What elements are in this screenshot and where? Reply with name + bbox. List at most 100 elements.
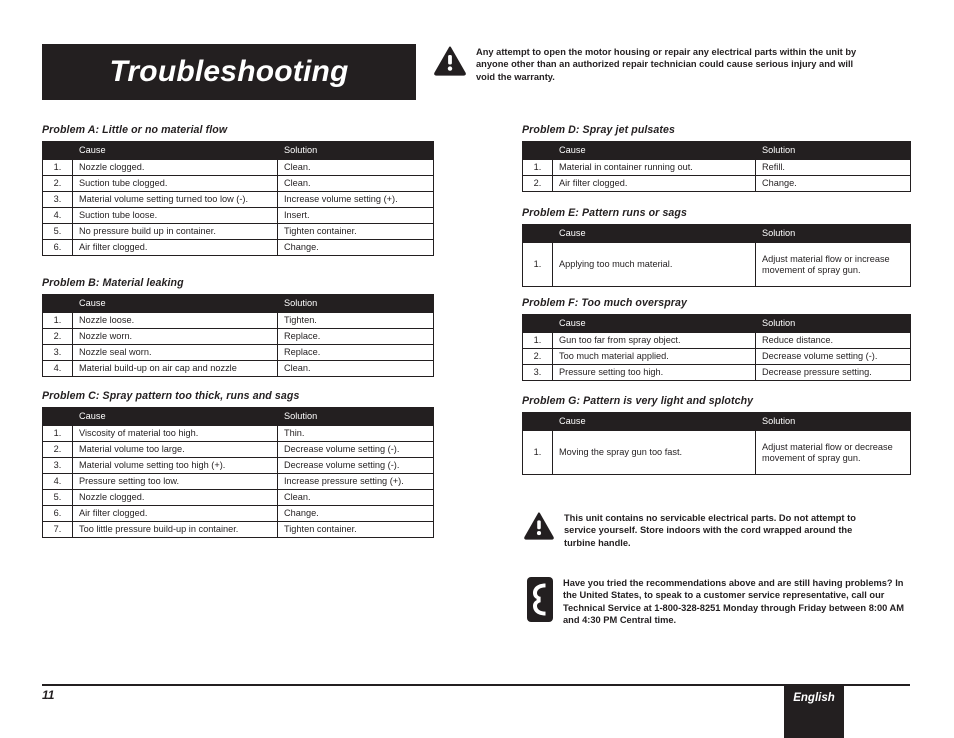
row-solution: Refill. (755, 159, 911, 177)
table-row: 1. Gun too far from spray object. Reduce d… (522, 332, 911, 350)
row-solution: Reduce distance. (755, 332, 911, 350)
row-cause: Material build-up on air cap and nozzle (72, 360, 278, 378)
column-header-solution: Solution (755, 411, 911, 432)
table-row: 4. Suction tube loose. Insert. (42, 207, 434, 225)
support-contact-text: Have you tried the recommendations above… (563, 578, 905, 625)
row-cause: Material volume setting turned too low (… (72, 191, 278, 209)
row-number: 4. (42, 473, 73, 491)
row-cause: Nozzle clogged. (72, 159, 278, 177)
row-number: 5. (42, 223, 73, 241)
warning-notice-service: This unit contains no servicable electri… (524, 512, 874, 549)
row-solution: Thin. (277, 425, 434, 443)
table-header-row: Cause Solution (42, 406, 434, 427)
problem-table-d: Cause Solution 1. Material in container r… (522, 140, 911, 193)
table-header-row: Cause Solution (42, 140, 434, 161)
column-header-solution: Solution (277, 406, 434, 427)
row-cause: Air filter clogged. (72, 239, 278, 257)
table-row: 1. Applying too much material. Adjust mate… (522, 242, 911, 288)
row-cause: Suction tube clogged. (72, 175, 278, 193)
page-title-banner: Troubleshooting (42, 44, 416, 100)
row-number: 1. (522, 332, 553, 350)
row-number: 6. (42, 239, 73, 257)
table-header-row: Cause Solution (522, 411, 911, 432)
column-header-cause: Cause (552, 140, 756, 161)
row-cause: Pressure setting too low. (72, 473, 278, 491)
problem-table-g: Cause Solution 1. Moving the spray gun to… (522, 411, 911, 476)
row-cause: No pressure build up in container. (72, 223, 278, 241)
row-cause: Air filter clogged. (552, 175, 756, 193)
row-number: 2. (42, 175, 73, 193)
language-tab: English (784, 686, 844, 738)
row-solution: Decrease volume setting (-). (277, 441, 434, 459)
row-number: 2. (522, 175, 553, 193)
row-cause: Material volume setting too high (+). (72, 457, 278, 475)
column-header-cause: Cause (72, 140, 278, 161)
row-solution: Decrease pressure setting. (755, 364, 911, 382)
row-number: 2. (42, 328, 73, 346)
row-number: 3. (42, 191, 73, 209)
row-number: 3. (42, 457, 73, 475)
row-number: 7. (42, 521, 73, 539)
warning-notice-text: Any attempt to open the motor housing or… (476, 47, 857, 82)
warning-triangle-icon (434, 46, 466, 81)
column-header-solution: Solution (755, 223, 911, 244)
table-row: 6. Air filter clogged. Change. (42, 505, 434, 523)
row-solution: Adjust material flow or increase movemen… (755, 242, 911, 288)
table-row: 3. Pressure setting too high. Decrease pre… (522, 364, 911, 382)
row-cause: Air filter clogged. (72, 505, 278, 523)
table-header-row: Cause Solution (522, 223, 911, 244)
table-row: 5. Nozzle clogged. Clean. (42, 489, 434, 507)
problem-table-b: Cause Solution 1. Nozzle loose. Tighten. 2… (42, 293, 434, 378)
problem-table-f: Cause Solution 1. Gun too far from spray … (522, 313, 911, 382)
row-solution: Change. (277, 505, 434, 523)
table-row: 1. Nozzle clogged. Clean. (42, 159, 434, 177)
row-number: 4. (42, 360, 73, 378)
table-row: 2. Too much material applied. Decrease vol… (522, 348, 911, 366)
column-header-num (522, 223, 553, 244)
table-row: 1. Moving the spray gun too fast. Adjust m… (522, 430, 911, 476)
table-header-row: Cause Solution (522, 140, 911, 161)
column-header-num (522, 140, 553, 161)
table-row: 2. Air filter clogged. Change. (522, 175, 911, 193)
row-cause: Nozzle loose. (72, 312, 278, 330)
row-cause: Too little pressure build-up in containe… (72, 521, 278, 539)
problem-heading-e: Problem E: Pattern runs or sags (522, 207, 687, 219)
row-number: 5. (42, 489, 73, 507)
row-number: 2. (522, 348, 553, 366)
row-solution: Clean. (277, 489, 434, 507)
problem-heading-c: Problem C: Spray pattern too thick, runs… (42, 390, 300, 402)
row-solution: Tighten. (277, 312, 434, 330)
table-row: 3. Material volume setting turned too low… (42, 191, 434, 209)
problem-heading-d: Problem D: Spray jet pulsates (522, 124, 676, 136)
row-cause: Suction tube loose. (72, 207, 278, 225)
problem-table-e: Cause Solution 1. Applying too much mater… (522, 223, 911, 288)
column-header-cause: Cause (552, 313, 756, 334)
row-solution: Clean. (277, 360, 434, 378)
column-header-cause: Cause (552, 411, 756, 432)
row-cause: Moving the spray gun too fast. (552, 430, 756, 476)
table-row: 5. No pressure build up in container. Tigh… (42, 223, 434, 241)
row-cause: Material in container running out. (552, 159, 756, 177)
table-header-row: Cause Solution (42, 293, 434, 314)
row-solution: Tighten container. (277, 223, 434, 241)
support-contact-notice: Have you tried the recommendations above… (527, 577, 907, 627)
problem-table-c: Cause Solution 1. Viscosity of material t… (42, 406, 434, 539)
column-header-num (42, 406, 73, 427)
column-header-solution: Solution (277, 140, 434, 161)
row-solution: Adjust material flow or decrease movemen… (755, 430, 911, 476)
table-row: 4. Material build-up on air cap and nozzl… (42, 360, 434, 378)
table-row: 1. Nozzle loose. Tighten. (42, 312, 434, 330)
problem-section-e: Problem E: Pattern runs or sags Cause So… (522, 207, 911, 288)
row-solution: Tighten container. (277, 521, 434, 539)
problem-section-d: Problem D: Spray jet pulsates Cause Solu… (522, 124, 911, 193)
column-header-num (522, 313, 553, 334)
row-cause: Material volume too large. (72, 441, 278, 459)
row-number: 3. (42, 344, 73, 362)
problem-heading-f: Problem F: Too much overspray (522, 297, 687, 309)
row-number: 3. (522, 364, 553, 382)
warning-triangle-icon (524, 512, 554, 545)
row-cause: Gun too far from spray object. (552, 332, 756, 350)
problem-section-a: Problem A: Little or no material flow Ca… (42, 124, 434, 257)
row-number: 1. (42, 425, 73, 443)
row-cause: Too much material applied. (552, 348, 756, 366)
